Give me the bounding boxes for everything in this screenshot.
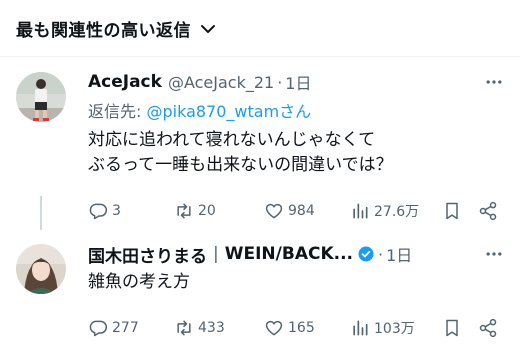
user-handle[interactable]: @AceJack_21: [168, 73, 274, 92]
name-separator: |: [213, 244, 219, 264]
like-button[interactable]: 984: [264, 201, 350, 221]
reply-button[interactable]: 277: [88, 318, 174, 338]
views-chart-icon: [353, 320, 368, 336]
verified-badge-icon[interactable]: [357, 245, 375, 263]
sort-label: 最も関連性の高い返信: [16, 21, 191, 41]
reply-to-handle[interactable]: @pika870_wtam: [146, 102, 279, 121]
tweet-text: 対応に追われて寝れないんじゃなくて ぶるって一睡も出来ないの間違いでは？: [88, 130, 393, 175]
heart-icon: [265, 203, 283, 219]
tweet-header: 国木田さりまる | WEIN/BACK... · 1日: [88, 242, 504, 267]
bookmark-button[interactable]: [442, 201, 478, 221]
avatar[interactable]: [16, 72, 66, 122]
retweet-icon: [177, 320, 191, 336]
bookmark-button[interactable]: [442, 318, 478, 338]
retweet-count: 433: [198, 320, 225, 336]
reply-icon: [89, 203, 108, 220]
tweet-text: 雑魚の考え方: [88, 272, 190, 292]
reply-to-prefix: 返信先:: [88, 102, 147, 121]
timestamp[interactable]: 1日: [285, 70, 311, 94]
share-button[interactable]: [478, 201, 498, 221]
more-options-icon[interactable]: [484, 244, 504, 264]
action-bar: 3 20 984 27.6万: [88, 201, 504, 221]
timestamp[interactable]: 1日: [386, 242, 412, 266]
retweet-button[interactable]: 433: [174, 318, 264, 338]
reply-to-suffix: さん: [279, 102, 312, 121]
like-count: 984: [288, 203, 315, 219]
reply-to-line: 返信先: @pika870_wtamさん: [88, 98, 504, 122]
retweet-count: 20: [198, 203, 216, 219]
reply-tweet[interactable]: 国木田さりまる | WEIN/BACK... · 1日 雑魚の考え方 277 4…: [0, 238, 520, 360]
more-options-icon[interactable]: [484, 72, 504, 92]
like-button[interactable]: 165: [264, 318, 350, 338]
view-count: 103万: [374, 321, 415, 337]
reply-tweet[interactable]: AceJack @AceJack_21 · 1日 返信先: @pika870_w…: [0, 66, 520, 230]
display-name-suffix[interactable]: WEIN/BACK...: [225, 244, 353, 264]
sort-dropdown[interactable]: 最も関連性の高い返信: [16, 16, 217, 41]
reply-button[interactable]: 3: [88, 201, 174, 221]
thread-line: [40, 196, 42, 230]
share-icon: [479, 318, 497, 338]
reply-icon: [89, 320, 108, 337]
avatar[interactable]: [16, 244, 66, 294]
display-name[interactable]: AceJack: [88, 72, 162, 92]
views-button[interactable]: 27.6万: [350, 201, 442, 221]
bookmark-icon: [446, 319, 458, 337]
separator-dot: ·: [378, 244, 384, 264]
separator-dot: ·: [277, 72, 283, 92]
header-divider: [0, 56, 520, 57]
like-count: 165: [288, 320, 315, 336]
chevron-down-icon: [201, 24, 215, 33]
views-button[interactable]: 103万: [350, 318, 442, 338]
display-name[interactable]: 国木田さりまる: [88, 242, 207, 267]
bookmark-icon: [446, 202, 458, 220]
retweet-button[interactable]: 20: [174, 201, 264, 221]
tweet-header: AceJack @AceJack_21 · 1日: [88, 70, 504, 94]
reply-count: 3: [112, 203, 121, 219]
reply-count: 277: [112, 320, 139, 336]
share-button[interactable]: [478, 318, 498, 338]
view-count: 27.6万: [374, 204, 420, 220]
retweet-icon: [177, 203, 191, 219]
views-chart-icon: [353, 203, 368, 219]
action-bar: 277 433 165 103万: [88, 318, 504, 338]
heart-icon: [265, 320, 283, 336]
share-icon: [479, 201, 497, 221]
